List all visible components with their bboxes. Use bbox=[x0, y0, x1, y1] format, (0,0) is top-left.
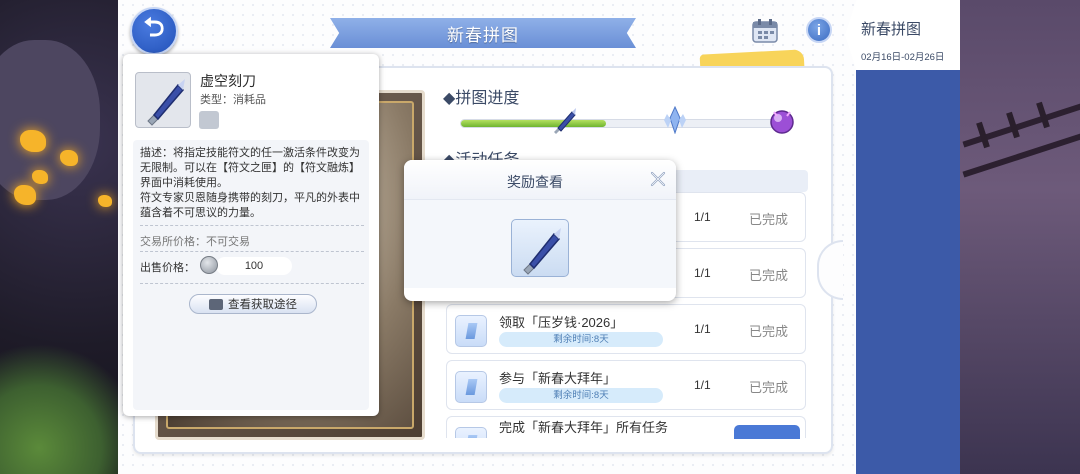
background-scene-left bbox=[0, 0, 130, 474]
task-name: 完成「新春大拜年」所有任务 bbox=[499, 420, 669, 435]
page-title: 新春拼图 bbox=[447, 25, 519, 45]
reward-item-carving-knife[interactable] bbox=[511, 219, 569, 277]
task-reward-icon[interactable] bbox=[455, 315, 487, 347]
task-reward-icon[interactable] bbox=[455, 427, 487, 438]
view-source-button[interactable]: 查看获取途径 bbox=[189, 294, 317, 314]
reward-popup-title: 奖励查看 bbox=[507, 174, 563, 190]
task-status: 已完成 bbox=[749, 268, 789, 283]
event-tab-new-year-puzzle[interactable]: 新春拼图 02月16日-02月26日 bbox=[845, 0, 960, 70]
item-description-flavor: 符文专家贝恩随身携带的刻刀，平凡的外表中蕴含着不可思议的力量。 bbox=[140, 192, 360, 219]
zeny-coin-icon bbox=[200, 256, 218, 274]
trade-price: 交易所价格：不可交易 bbox=[140, 236, 250, 248]
task-go-button[interactable] bbox=[734, 425, 800, 439]
info-icon[interactable]: i bbox=[806, 17, 832, 43]
task-count: 1/1 bbox=[694, 266, 711, 280]
task-name: 领取「压岁钱·2026」 bbox=[499, 315, 624, 330]
sell-price-label: 出售价格： bbox=[140, 262, 195, 274]
item-description-effect: 描述：将指定技能符文的任一激活条件改变为无限制。可以在【符文之匣】的【符文融炼】… bbox=[140, 147, 360, 189]
task-row: 领取「压岁钱·2026」 剩余时间:8天 1/1 已完成 bbox=[446, 304, 806, 354]
title-ribbon: 新春拼图 bbox=[330, 18, 636, 48]
view-source-label: 查看获取途径 bbox=[228, 299, 297, 311]
item-type: 类型：消耗品 bbox=[200, 94, 266, 106]
task-status: 已完成 bbox=[749, 380, 789, 395]
carving-knife-item-icon bbox=[135, 72, 191, 128]
close-icon[interactable] bbox=[648, 169, 668, 189]
event-tab-dates: 02月16日-02月26日 bbox=[861, 52, 945, 63]
divider bbox=[140, 225, 364, 226]
storage-icon bbox=[199, 111, 219, 129]
calendar-icon[interactable] bbox=[751, 18, 779, 44]
source-icon bbox=[209, 298, 223, 310]
task-count: 1/1 bbox=[694, 210, 711, 224]
progress-fill bbox=[461, 120, 607, 127]
progress-section-title: ◆拼图进度 bbox=[443, 90, 520, 107]
crystal-marker-icon[interactable] bbox=[662, 105, 688, 139]
task-reward-icon[interactable] bbox=[455, 371, 487, 403]
carving-knife-marker-icon[interactable] bbox=[548, 106, 578, 141]
side-stripe bbox=[856, 70, 960, 474]
task-remaining-time: 剩余时间:8天 bbox=[499, 388, 663, 403]
task-name: 参与「新春大拜年」 bbox=[499, 371, 617, 386]
item-name: 虚空刻刀 bbox=[200, 73, 256, 89]
event-tab-name: 新春拼图 bbox=[861, 21, 922, 38]
task-status: 已完成 bbox=[749, 212, 789, 227]
task-count: 1/1 bbox=[694, 378, 711, 392]
back-arrow-icon: ⮌ bbox=[143, 12, 165, 42]
back-button[interactable]: ⮌ bbox=[130, 7, 178, 55]
task-status: 已完成 bbox=[749, 324, 789, 339]
task-remaining-time: 剩余时间:8天 bbox=[499, 332, 663, 347]
item-description: 描述：将指定技能符文的任一激活条件改变为无限制。可以在【符文之匣】的【符文融炼】… bbox=[140, 146, 364, 221]
puzzle-progress-bar bbox=[460, 119, 785, 128]
divider bbox=[140, 283, 364, 284]
orb-marker-icon[interactable] bbox=[768, 108, 796, 139]
background-scene-right bbox=[960, 0, 1080, 474]
task-count: 1/1 bbox=[694, 322, 711, 336]
divider bbox=[140, 251, 364, 252]
sell-price-value: 100 bbox=[216, 257, 292, 275]
task-row: 参与「新春大拜年」 剩余时间:8天 1/1 已完成 bbox=[446, 360, 806, 410]
